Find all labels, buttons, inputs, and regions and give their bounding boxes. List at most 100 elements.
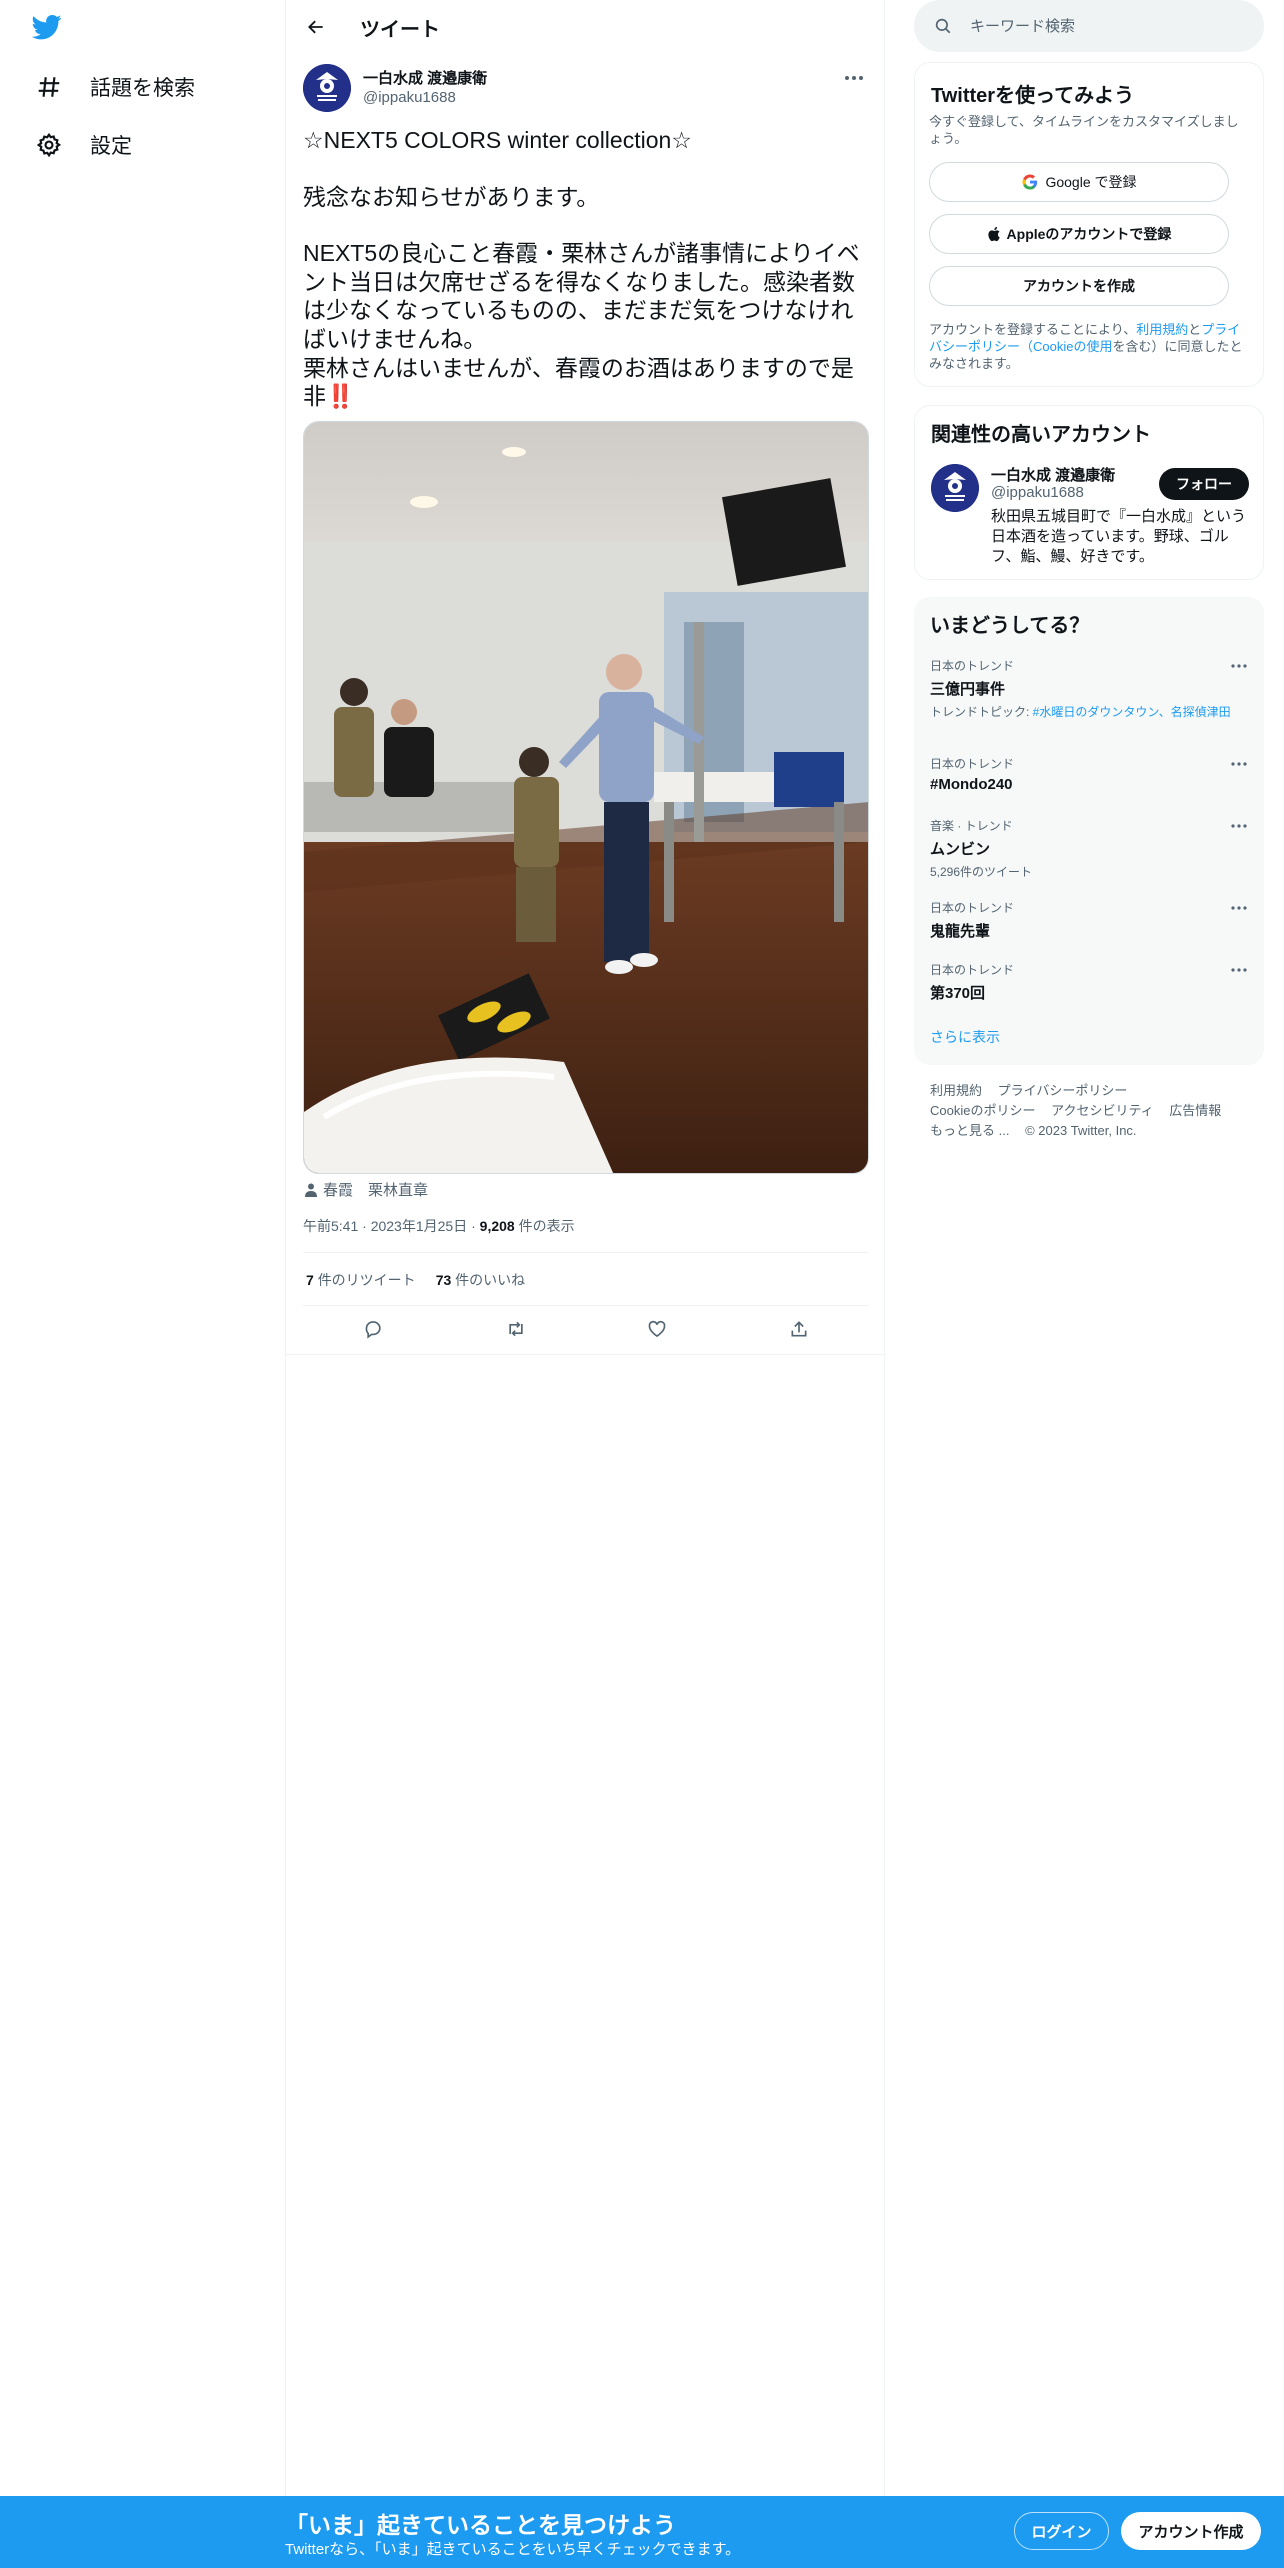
trend-more-button[interactable] — [1228, 659, 1250, 673]
legal-text: アカウントを登録することにより、 — [929, 322, 1137, 337]
search-bar[interactable] — [914, 0, 1264, 52]
share-icon — [791, 1321, 807, 1337]
views-label: 件の表示 — [518, 1218, 575, 1234]
retweets-label: 件のリツイート — [317, 1272, 416, 1288]
google-signup-button[interactable]: Google で登録 — [929, 162, 1229, 202]
tweet-actions — [303, 1312, 869, 1346]
likes-label: 件のいいね — [455, 1272, 526, 1288]
copyright: © 2023 Twitter, Inc. — [1025, 1123, 1137, 1138]
likes-stat[interactable]: 73 件のいいね — [436, 1270, 525, 1290]
more-icon — [1231, 664, 1247, 668]
tagged-names: 春霞 栗林直章 — [323, 1182, 429, 1199]
google-icon — [1022, 174, 1038, 190]
related-title: 関連性の高いアカウント — [931, 424, 1151, 446]
signup-subtitle: 今すぐ登録して、タイムラインをカスタマイズしましょう。 — [929, 114, 1239, 146]
nav-explore[interactable]: 話題を検索 — [22, 62, 209, 112]
more-options-button[interactable] — [839, 68, 869, 88]
apple-icon — [987, 226, 1000, 242]
trend-name: 鬼龍先輩 — [930, 923, 991, 940]
reply-button[interactable] — [357, 1312, 391, 1346]
footer-link[interactable]: 利用規約 — [930, 1083, 982, 1098]
tweet-line: 栗林さんはいませんが、春霞のお酒はありますので是非 — [303, 354, 854, 410]
like-button[interactable] — [640, 1312, 674, 1346]
tweet-line: NEXT5の良心こと春霞・栗林さんが諸事情によりイベント当日は欠席せざるを得なく… — [303, 240, 860, 352]
signup-title: Twitterを使ってみよう — [931, 85, 1135, 107]
create-account-button[interactable]: アカウントを作成 — [929, 266, 1229, 306]
avatar[interactable] — [303, 64, 351, 112]
trend-item[interactable]: 日本のトレンド 三億円事件 トレンドトピック: #水曜日のダウンタウン、名探偵津… — [930, 657, 1250, 720]
retweet-icon — [509, 1321, 523, 1337]
trend-item[interactable]: 日本のトレンド 鬼龍先輩 — [930, 899, 1250, 941]
gear-icon — [36, 132, 62, 158]
views-count: 9,208 — [479, 1218, 515, 1234]
footer-link[interactable]: アクセシビリティ — [1051, 1103, 1154, 1118]
show-more-link[interactable]: さらに表示 — [930, 1027, 1000, 1047]
trend-context: 音楽 · トレンド — [930, 819, 1013, 833]
twitter-logo-icon[interactable] — [30, 12, 70, 46]
author-handle[interactable]: @ippaku1688 — [363, 89, 456, 106]
double-exclamation-emoji: ‼️ — [326, 383, 355, 410]
cookie-link[interactable]: （Cookieの使用 — [1020, 339, 1112, 354]
trend-context: 日本のトレンド — [930, 901, 1015, 915]
legal-text: と — [1188, 322, 1202, 337]
search-input[interactable] — [970, 17, 1230, 35]
signup-legal: アカウントを登録することにより、利用規約とプライバシーポリシー（Cookieの使… — [929, 321, 1249, 372]
trend-name: 第370回 — [930, 985, 986, 1002]
more-icon — [1231, 906, 1247, 910]
trend-item[interactable]: 音楽 · トレンド ムンビン 5,296件のツイート — [930, 817, 1250, 880]
trend-more-button[interactable] — [1228, 963, 1250, 977]
trend-name: #Mondo240 — [930, 776, 1013, 793]
footer-links: 利用規約 プライバシーポリシー Cookieのポリシー アクセシビリティ 広告情… — [930, 1081, 1250, 1141]
retweets-stat[interactable]: 7 件のリツイート — [306, 1270, 416, 1290]
related-handle[interactable]: @ippaku1688 — [991, 484, 1084, 501]
retweet-button[interactable] — [499, 1312, 533, 1346]
tweet-author: 一白水成 渡邉康衛 @ippaku1688 — [303, 64, 869, 114]
avatar[interactable] — [931, 464, 979, 512]
footer-link[interactable]: プライバシーポリシー — [998, 1083, 1128, 1098]
trends-card: いまどうしてる？ 日本のトレンド 三億円事件 トレンドトピック: #水曜日のダウ… — [914, 597, 1264, 1065]
bottom-signup-banner: 「いま」起きていることを見つけよう Twitterなら、「いま」起きていることを… — [0, 2496, 1284, 2568]
trend-item[interactable]: 日本のトレンド #Mondo240 — [930, 755, 1250, 793]
tweet-photo[interactable] — [303, 421, 869, 1174]
footer-link[interactable]: 広告情報 — [1169, 1103, 1221, 1118]
related-name[interactable]: 一白水成 渡邉康衛 — [991, 464, 1115, 485]
tweet-column: ツイート 一白水成 渡邉康衛 @ippaku1688 ☆NEXT5 COLORS… — [285, 0, 886, 2496]
tweet-time[interactable]: 午前5:41 — [303, 1218, 358, 1234]
more-icon — [1231, 968, 1247, 972]
terms-link[interactable]: 利用規約 — [1136, 322, 1188, 337]
more-icon — [845, 76, 863, 80]
footer-link[interactable]: もっと見る ... — [930, 1123, 1009, 1138]
trend-item[interactable]: 日本のトレンド 第370回 — [930, 961, 1250, 1003]
signup-card: Twitterを使ってみよう 今すぐ登録して、タイムラインをカスタマイズしましょ… — [914, 62, 1264, 387]
trend-more-button[interactable] — [1228, 757, 1250, 771]
more-icon — [1231, 824, 1247, 828]
trend-name: 三億円事件 — [930, 681, 1006, 698]
signup-button[interactable]: アカウント作成 — [1121, 2512, 1261, 2550]
banner-subtitle: Twitterなら、「いま」起きていることをいち早くチェックできます。 — [285, 2541, 741, 2558]
nav-settings[interactable]: 設定 — [22, 120, 146, 170]
tagged-people[interactable]: 春霞 栗林直章 — [303, 1179, 428, 1200]
login-button[interactable]: ログイン — [1014, 2512, 1109, 2550]
heart-icon — [648, 1320, 666, 1338]
divider — [286, 1354, 886, 1355]
follow-button[interactable]: フォロー — [1159, 468, 1249, 500]
apple-signup-label: Appleのアカウントで登録 — [1006, 226, 1172, 242]
trend-name: ムンビン — [930, 841, 991, 858]
trend-more-button[interactable] — [1228, 901, 1250, 915]
nav-explore-label: 話題を検索 — [90, 77, 195, 100]
tweet-date[interactable]: 2023年1月25日 — [371, 1218, 468, 1234]
page-header: ツイート — [286, 0, 886, 54]
apple-signup-button[interactable]: Appleのアカウントで登録 — [929, 214, 1229, 254]
back-button[interactable] — [298, 9, 334, 45]
trend-context: 日本のトレンド — [930, 757, 1015, 771]
footer-link[interactable]: Cookieのポリシー — [930, 1103, 1035, 1118]
likes-count: 73 — [435, 1272, 452, 1288]
divider — [303, 1305, 869, 1306]
trend-topic-link[interactable]: #水曜日のダウンタウン、名探偵津田 — [1033, 705, 1231, 719]
divider — [303, 1252, 869, 1253]
hashtag-icon — [36, 74, 62, 100]
author-name[interactable]: 一白水成 渡邉康衛 — [363, 67, 487, 88]
share-button[interactable] — [782, 1312, 816, 1346]
trend-more-button[interactable] — [1228, 819, 1250, 833]
more-icon — [1231, 762, 1247, 766]
